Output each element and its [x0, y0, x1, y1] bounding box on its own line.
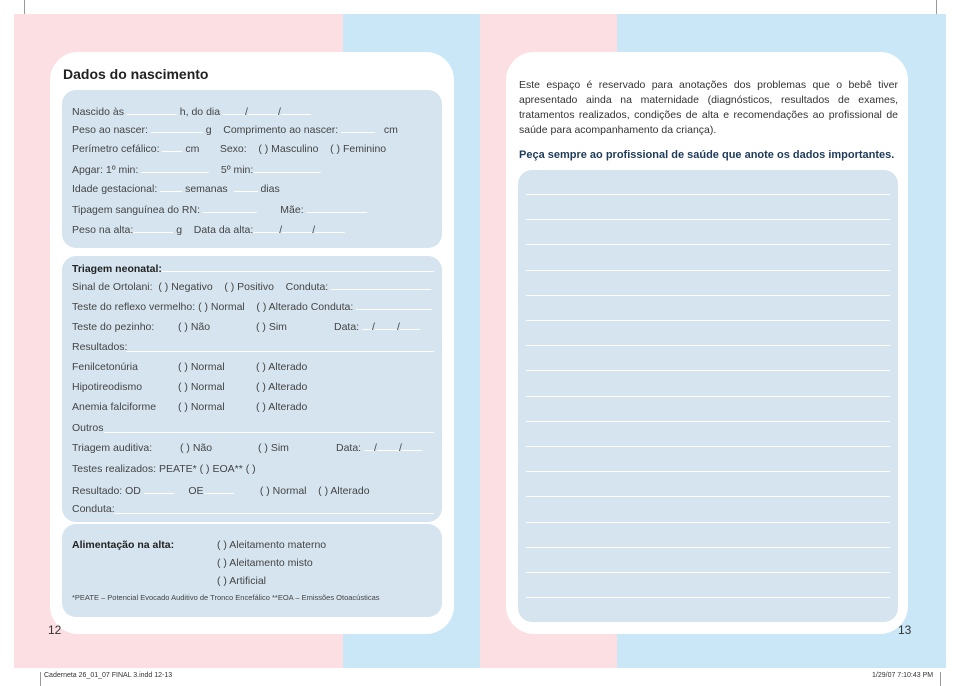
- test-row: Hipotireodismo( ) Normal( ) Alterado: [72, 381, 308, 393]
- intro-text: Este espaço é reservado para anotações d…: [519, 79, 898, 136]
- birth-weight-row: Peso ao nascer: g Comprimento ao nascer:…: [72, 124, 398, 136]
- test-row: Anemia falciforme( ) Normal( ) Alterado: [72, 401, 308, 413]
- ortolani-row: Sinal de Ortolani: ( ) Negativo ( ) Posi…: [72, 281, 432, 293]
- note-line: [526, 370, 890, 372]
- feeding-title: Alimentação na alta:: [72, 539, 175, 551]
- note-line: [526, 446, 890, 447]
- hearing-conduct-label: Conduta:: [72, 503, 115, 515]
- feeding-option: ( ) Aleitamento materno: [217, 539, 327, 551]
- note-line: [526, 572, 890, 573]
- crop-mark: [936, 0, 937, 14]
- feeding-option: ( ) Artificial: [217, 575, 267, 587]
- birth-time-row: Nascido às h, do dia / /: [72, 106, 311, 118]
- note-line: [526, 546, 890, 548]
- note-line: [526, 219, 890, 221]
- head-circumference-row: Perímetro cefálico: cm Sexo: ( ) Masculi…: [72, 143, 387, 155]
- blood-type-row: Tipagem sanguínea do RN: Mãe:: [72, 204, 367, 216]
- others-label: Outros: [72, 422, 104, 434]
- triage-title: Triagem neonatal:: [72, 263, 162, 275]
- page-number-left: 12: [48, 623, 62, 637]
- notes-area[interactable]: [518, 170, 898, 622]
- emphasis-text: Peça sempre ao profissional de saúde que…: [519, 149, 895, 161]
- test-row: Fenilcetonúria( ) Normal( ) Alterado: [72, 361, 308, 373]
- section-title: Dados do nascimento: [63, 66, 209, 82]
- discharge-row: Peso na alta: g Data da alta: / /: [72, 224, 346, 236]
- note-line: [526, 471, 890, 473]
- note-line: [526, 194, 890, 195]
- crop-mark: [940, 672, 941, 686]
- footnote: *PEATE – Potencial Evocado Auditivo de T…: [72, 593, 380, 602]
- hearing-result-row: Resultado: OD OE ( ) Normal ( ) Alterado: [72, 485, 370, 497]
- gestational-age-row: Idade gestacional: semanas dias: [72, 183, 280, 195]
- note-line: [526, 320, 890, 321]
- note-line: [526, 244, 890, 246]
- heel-prick-row: Teste do pezinho:( ) Não( ) Sim Data: / /: [72, 321, 420, 333]
- feeding-option: ( ) Aleitamento misto: [217, 557, 313, 569]
- slug-filename: Caderneta 26_01_07 FINAL 3.indd 12-13: [44, 672, 173, 679]
- note-line: [526, 395, 890, 397]
- results-label: Resultados:: [72, 341, 128, 353]
- note-line: [526, 496, 890, 498]
- note-line: [526, 345, 890, 347]
- crop-mark: [24, 0, 25, 14]
- hearing-row: Triagem auditiva:( ) Não( ) Sim Data: / /: [72, 442, 422, 454]
- tests-performed-row: Testes realizados: PEATE* ( ) EOA** ( ): [72, 463, 256, 475]
- note-line: [526, 420, 890, 422]
- slug-date: 1/29/07 7:10:43 PM: [872, 672, 934, 679]
- crop-mark: [40, 672, 41, 686]
- note-line: [526, 294, 890, 296]
- feeding-box: [62, 524, 442, 617]
- note-line: [526, 521, 890, 523]
- red-reflex-row: Teste do reflexo vermelho: ( ) Normal ( …: [72, 301, 433, 313]
- note-line: [526, 269, 890, 271]
- apgar-row: Apgar: 1º min: 5º min:: [72, 164, 322, 176]
- page-number-right: 13: [898, 623, 912, 637]
- note-line: [526, 597, 890, 599]
